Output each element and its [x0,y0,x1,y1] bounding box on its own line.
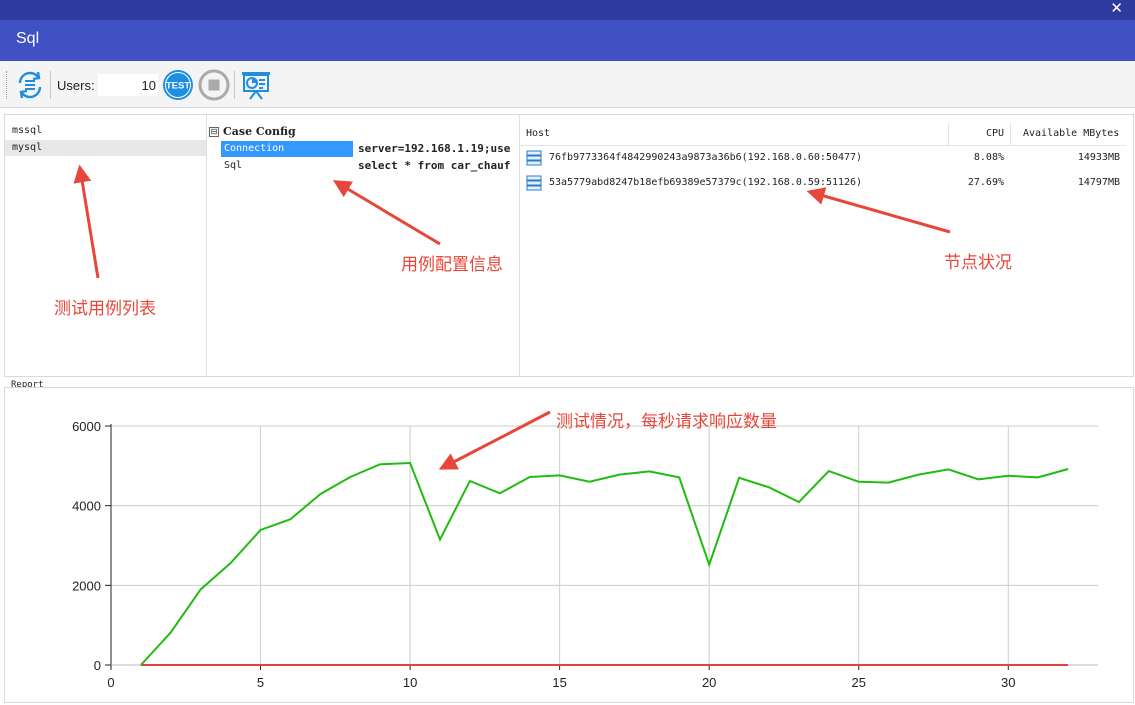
toolbar-separator [50,71,51,99]
x-tick-label: 15 [552,675,566,690]
requests-per-second-chart: 0 2000 4000 6000 0 5 10 15 20 25 30 [72,419,1098,690]
annotation-case-list: 测试用例列表 [54,299,156,319]
node-host: 76fb9773364f4842990243a9873a36b6(192.168… [549,152,863,163]
case-config-header[interactable]: ⊟ Case Config [209,125,296,138]
node-memory: 14797MB [1077,177,1120,188]
toolbar-separator [234,71,235,99]
top-panel: mssql mysql ⊟ Case Config Connection serv… [4,114,1134,377]
config-value[interactable]: select * from car_chauf [358,158,510,174]
report-panel: 0 2000 4000 6000 0 5 10 15 20 25 30 [4,387,1134,703]
server-icon [526,175,542,191]
test-icon[interactable]: TEST [162,69,194,101]
config-row-connection[interactable]: Connection server=192.168.1.19;use [221,141,519,157]
annotation-report: 测试情况，每秒请求响应数量 [556,412,777,432]
x-tick-label: 20 [702,675,716,690]
x-tick-label: 10 [403,675,417,690]
x-tick-label: 5 [257,675,264,690]
toolbar-grip[interactable] [6,71,9,99]
series-line-0 [140,462,1069,666]
config-row-sql[interactable]: Sql select * from car_chauf [221,158,519,174]
case-item-mysql[interactable]: mysql [5,140,206,156]
y-tick-label: 4000 [72,499,101,514]
annotation-case-config: 用例配置信息 [401,255,503,275]
node-status-panel: Host CPU Available MBytes 76fb9773364f48… [520,115,1133,376]
node-host: 53a5779abd8247b18efb69389e57379c(192.168… [549,177,863,188]
server-icon [526,150,542,166]
column-header-cpu[interactable]: CPU [986,128,1004,139]
x-tick-label: 25 [851,675,865,690]
case-config-panel: ⊟ Case Config Connection server=192.168.1… [207,115,520,376]
column-header-memory[interactable]: Available MBytes [1023,128,1119,139]
node-cpu: 27.69% [967,177,1004,188]
users-input[interactable] [98,74,158,96]
presentation-report-icon[interactable] [240,69,272,101]
node-cpu: 8.08% [973,152,1004,163]
title-strip: ✕ [0,0,1135,20]
close-icon[interactable]: ✕ [1110,1,1123,17]
y-tick-label: 6000 [72,419,101,434]
y-tick-label: 2000 [72,578,101,593]
table-row[interactable]: 76fb9773364f4842990243a9873a36b6(192.168… [520,148,1126,168]
users-label: Users: [57,78,95,93]
collapse-icon[interactable]: ⊟ [209,127,219,137]
config-value[interactable]: server=192.168.1.19;use [358,141,510,157]
config-key[interactable]: Sql [221,158,353,174]
x-tick-label: 30 [1001,675,1015,690]
stop-icon[interactable] [198,69,230,101]
node-table-header: Host CPU Available MBytes [520,123,1126,146]
test-case-list: mssql mysql [5,115,207,376]
table-row[interactable]: 53a5779abd8247b18efb69389e57379c(192.168… [520,173,1126,193]
refresh-icon[interactable] [14,69,46,101]
config-key[interactable]: Connection [221,141,353,157]
case-item-mssql[interactable]: mssql [5,123,206,139]
case-config-title: Case Config [223,125,296,138]
window-title: Sql [16,30,40,47]
column-divider[interactable] [948,123,949,145]
column-divider[interactable] [1010,123,1011,145]
x-tick-label: 0 [107,675,114,690]
toolbar: Users: TEST [0,61,1135,108]
test-icon-label: TEST [166,81,190,92]
node-memory: 14933MB [1077,152,1120,163]
title-bar: Sql [0,20,1135,61]
y-tick-label: 0 [94,658,101,673]
column-header-host[interactable]: Host [526,128,550,139]
annotation-node-status: 节点状况 [944,253,1012,273]
